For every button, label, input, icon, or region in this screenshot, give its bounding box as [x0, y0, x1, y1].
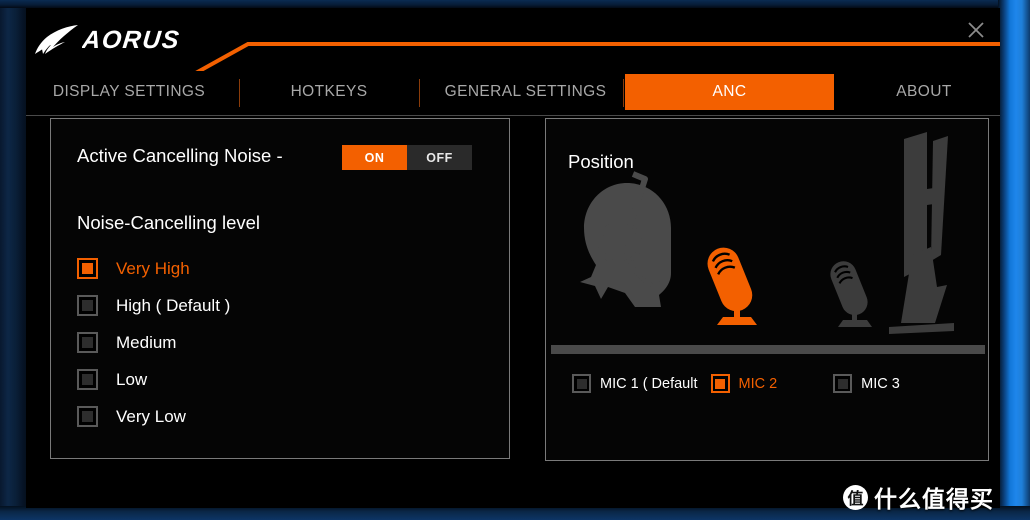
- desktop-backdrop-top: [0, 0, 1030, 8]
- mic-option-2[interactable]: MIC 2: [710, 374, 778, 393]
- level-option-label: High ( Default ): [116, 295, 231, 315]
- svg-text:AORUS: AORUS: [82, 26, 182, 54]
- tab-display-settings[interactable]: DISPLAY SETTINGS: [34, 74, 224, 110]
- checkbox-icon[interactable]: [833, 374, 853, 393]
- desk-surface-line: [551, 345, 985, 354]
- tab-label: GENERAL SETTINGS: [444, 83, 607, 100]
- level-option-label: Very Low: [116, 406, 186, 426]
- aorus-falcon-icon: [35, 25, 78, 54]
- mic-option-1[interactable]: MIC 1 ( Default: [572, 374, 698, 393]
- level-option-label: Medium: [116, 332, 177, 352]
- level-option-label: Low: [116, 369, 148, 389]
- microphone-icon-inactive: [830, 261, 872, 327]
- aorus-logo: AORUS: [34, 20, 210, 60]
- checkbox-icon[interactable]: [77, 406, 98, 427]
- position-panel: Position MIC 1 (Default MIC 2 MIC 3: [545, 118, 989, 461]
- mic-option-3[interactable]: MIC 3: [833, 374, 900, 393]
- tab-general-settings[interactable]: GENERAL SETTINGS: [433, 74, 618, 110]
- anc-label: Active Cancelling Noise -: [77, 145, 283, 166]
- anc-settings-panel: Active Cancelling Noise - ON OFF Noise-C…: [50, 118, 510, 459]
- tab-about[interactable]: ABOUT: [854, 74, 994, 110]
- titlebar: AORUS: [26, 8, 1000, 71]
- tab-hotkeys[interactable]: HOTKEYS: [254, 74, 404, 110]
- monitor-icon: [889, 132, 954, 334]
- tab-separator-1: [239, 79, 240, 107]
- tab-separator-3: [623, 79, 624, 107]
- noise-cancelling-level-title: Noise-Cancelling level: [77, 212, 261, 233]
- level-option-medium[interactable]: Medium: [77, 331, 230, 354]
- site-watermark: 值 什么值得买: [843, 480, 994, 514]
- level-option-very-high[interactable]: Very High: [77, 257, 230, 280]
- content-area: Active Cancelling Noise - ON OFF Noise-C…: [26, 116, 1000, 508]
- tab-anc[interactable]: ANC: [625, 74, 834, 110]
- noise-cancelling-level-list: Very High High ( Default ) Medium Low Ve: [77, 257, 230, 428]
- anc-toggle-on[interactable]: ON: [342, 145, 407, 170]
- position-illustration: [551, 132, 985, 354]
- level-option-high-default[interactable]: High ( Default ): [77, 294, 230, 317]
- checkbox-icon[interactable]: [77, 258, 98, 279]
- close-button[interactable]: [959, 14, 993, 46]
- tab-label: HOTKEYS: [290, 83, 368, 100]
- checkbox-icon[interactable]: [710, 374, 730, 393]
- watermark-text: 什么值得买: [874, 487, 994, 513]
- tab-label: ANC: [712, 83, 747, 100]
- level-option-low[interactable]: Low: [77, 368, 230, 391]
- tab-label: DISPLAY SETTINGS: [52, 83, 206, 100]
- tab-label: ABOUT: [896, 83, 952, 100]
- desktop-backdrop-right: [998, 0, 1030, 520]
- checkbox-icon[interactable]: [77, 295, 98, 316]
- close-icon: [968, 22, 984, 38]
- checkbox-icon[interactable]: [572, 374, 591, 393]
- mic-selector-row: MIC 1 ( Default MIC 2 MIC 3: [566, 374, 970, 393]
- anc-toggle-off[interactable]: OFF: [407, 145, 472, 170]
- headset-person-icon: [580, 171, 671, 307]
- mic-option-label: MIC 3: [861, 375, 900, 392]
- tabbar: DISPLAY SETTINGS HOTKEYS GENERAL SETTING…: [26, 71, 1000, 116]
- anc-onoff-toggle[interactable]: ON OFF: [342, 145, 472, 170]
- level-option-very-low[interactable]: Very Low: [77, 405, 230, 428]
- aorus-wordmark: AORUS: [82, 26, 182, 54]
- checkbox-icon[interactable]: [77, 332, 98, 353]
- level-option-label: Very High: [116, 258, 190, 278]
- mic-option-label: MIC 2: [738, 375, 778, 392]
- mic-option-label: MIC 1 ( Default: [600, 375, 698, 392]
- microphone-icon-active: [707, 247, 757, 325]
- tab-separator-2: [419, 79, 420, 107]
- watermark-badge: 值: [843, 484, 868, 510]
- checkbox-icon[interactable]: [77, 369, 98, 390]
- anc-toggle-row: Active Cancelling Noise -: [77, 145, 283, 167]
- aorus-app-window: AORUS DISPLAY SETTINGS HOTKEYS GENERAL S…: [26, 8, 1000, 508]
